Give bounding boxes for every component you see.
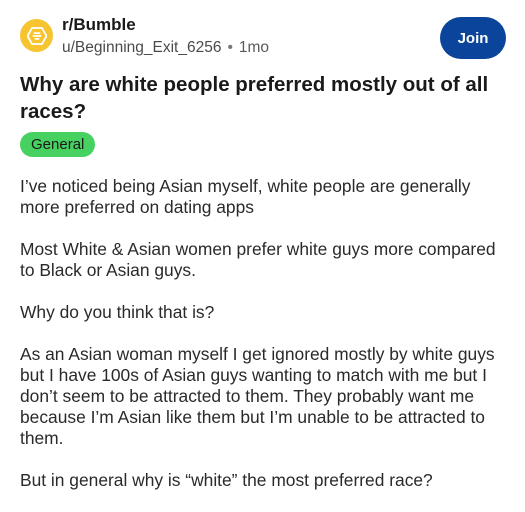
post-body: I’ve noticed being Asian myself, white p… xyxy=(20,176,510,512)
post-paragraph: As an Asian woman myself I get ignored m… xyxy=(20,344,495,448)
join-button[interactable]: Join xyxy=(440,17,506,59)
post-paragraph: But in general why is “white” the most p… xyxy=(20,470,433,490)
post-age: 1mo xyxy=(238,39,270,56)
subreddit-name[interactable]: r/Bumble xyxy=(62,15,136,35)
meta-separator: • xyxy=(227,39,233,56)
post-flair[interactable]: General xyxy=(20,132,96,157)
bumble-logo-icon xyxy=(26,26,47,45)
subreddit-avatar[interactable] xyxy=(20,19,53,52)
post-paragraph: Why do you think that is? xyxy=(20,302,215,322)
author-username[interactable]: u/Beginning_Exit_6256 xyxy=(62,39,221,56)
post-paragraph: I’ve noticed being Asian myself, white p… xyxy=(20,176,471,217)
post-meta: u/Beginning_Exit_6256 • 1mo xyxy=(62,39,269,57)
post-paragraph: Most White & Asian women prefer white gu… xyxy=(20,239,496,280)
post-header: r/Bumble u/Beginning_Exit_6256 • 1mo Join xyxy=(0,0,525,68)
post-title: Why are white people preferred mostly ou… xyxy=(20,73,489,123)
